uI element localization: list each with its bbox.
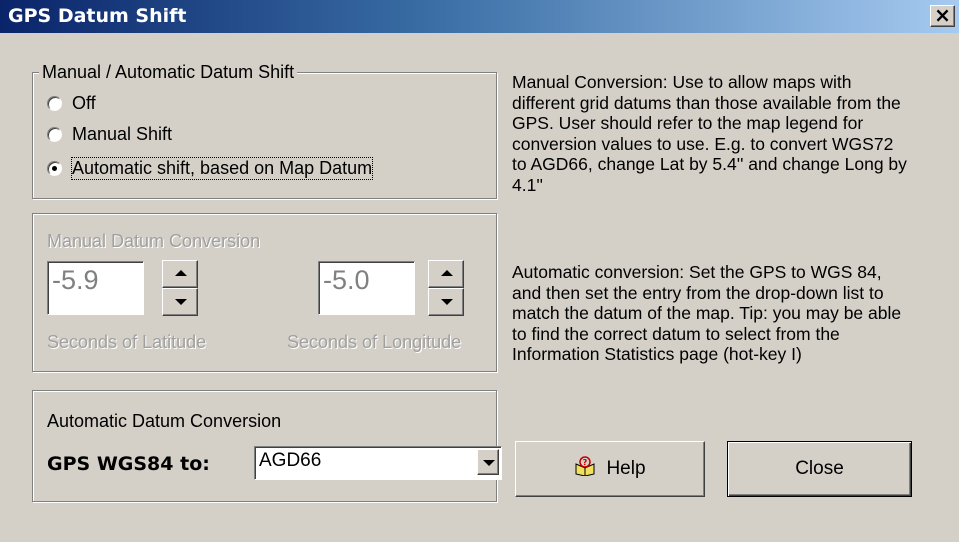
help-button-label: Help bbox=[606, 458, 646, 479]
datum-shift-legend: Manual / Automatic Datum Shift bbox=[39, 62, 298, 82]
close-button-label: Close bbox=[795, 458, 844, 479]
latitude-up-button[interactable] bbox=[162, 260, 198, 288]
automatic-conversion-legend: Automatic Datum Conversion bbox=[47, 411, 282, 431]
arrow-up-icon bbox=[175, 270, 187, 276]
longitude-seconds-input[interactable]: -5.0 bbox=[318, 261, 415, 315]
longitude-label: Seconds of Longitude bbox=[287, 332, 462, 352]
latitude-seconds-input[interactable]: -5.9 bbox=[47, 261, 144, 315]
arrow-down-icon bbox=[175, 299, 187, 305]
radio-manual-shift-label: Manual Shift bbox=[72, 124, 173, 144]
radio-automatic-shift-circle[interactable] bbox=[47, 161, 62, 176]
title-bar: GPS Datum Shift × bbox=[0, 0, 959, 33]
radio-automatic-shift-label: Automatic shift, based on Map Datum bbox=[70, 157, 374, 180]
close-window-button[interactable]: × bbox=[930, 5, 955, 27]
latitude-spinner[interactable] bbox=[162, 260, 198, 316]
datum-select-dropdown-button[interactable] bbox=[477, 449, 499, 475]
svg-text:?: ? bbox=[583, 458, 588, 467]
latitude-label: Seconds of Latitude bbox=[47, 332, 207, 352]
longitude-up-button[interactable] bbox=[428, 260, 464, 288]
help-book-icon: ? bbox=[574, 456, 596, 482]
longitude-spinner[interactable] bbox=[428, 260, 464, 316]
window-title: GPS Datum Shift bbox=[8, 5, 187, 27]
chevron-down-icon bbox=[483, 460, 495, 466]
help-button[interactable]: ? Help bbox=[515, 441, 705, 497]
manual-conversion-help: Manual Conversion: Use to allow maps wit… bbox=[512, 72, 907, 195]
gps-wgs84-label: GPS WGS84 to: bbox=[47, 453, 210, 475]
arrow-down-icon bbox=[441, 299, 453, 305]
close-button[interactable]: Close bbox=[727, 441, 912, 497]
radio-manual-shift-circle[interactable] bbox=[47, 127, 62, 142]
datum-select[interactable]: AGD66 bbox=[254, 446, 502, 480]
radio-automatic-shift[interactable]: Automatic shift, based on Map Datum bbox=[47, 157, 374, 180]
radio-off-circle[interactable] bbox=[47, 96, 62, 111]
radio-manual-shift[interactable]: Manual Shift bbox=[47, 124, 172, 145]
radio-off[interactable]: Off bbox=[47, 93, 96, 114]
latitude-down-button[interactable] bbox=[162, 288, 198, 316]
arrow-up-icon bbox=[441, 270, 453, 276]
automatic-conversion-help: Automatic conversion: Set the GPS to WGS… bbox=[512, 262, 902, 364]
datum-shift-group: Manual / Automatic Datum Shift Off Manua… bbox=[32, 62, 497, 199]
longitude-down-button[interactable] bbox=[428, 288, 464, 316]
datum-select-value: AGD66 bbox=[259, 450, 322, 471]
radio-off-label: Off bbox=[72, 93, 96, 113]
manual-conversion-legend: Manual Datum Conversion bbox=[47, 231, 261, 251]
